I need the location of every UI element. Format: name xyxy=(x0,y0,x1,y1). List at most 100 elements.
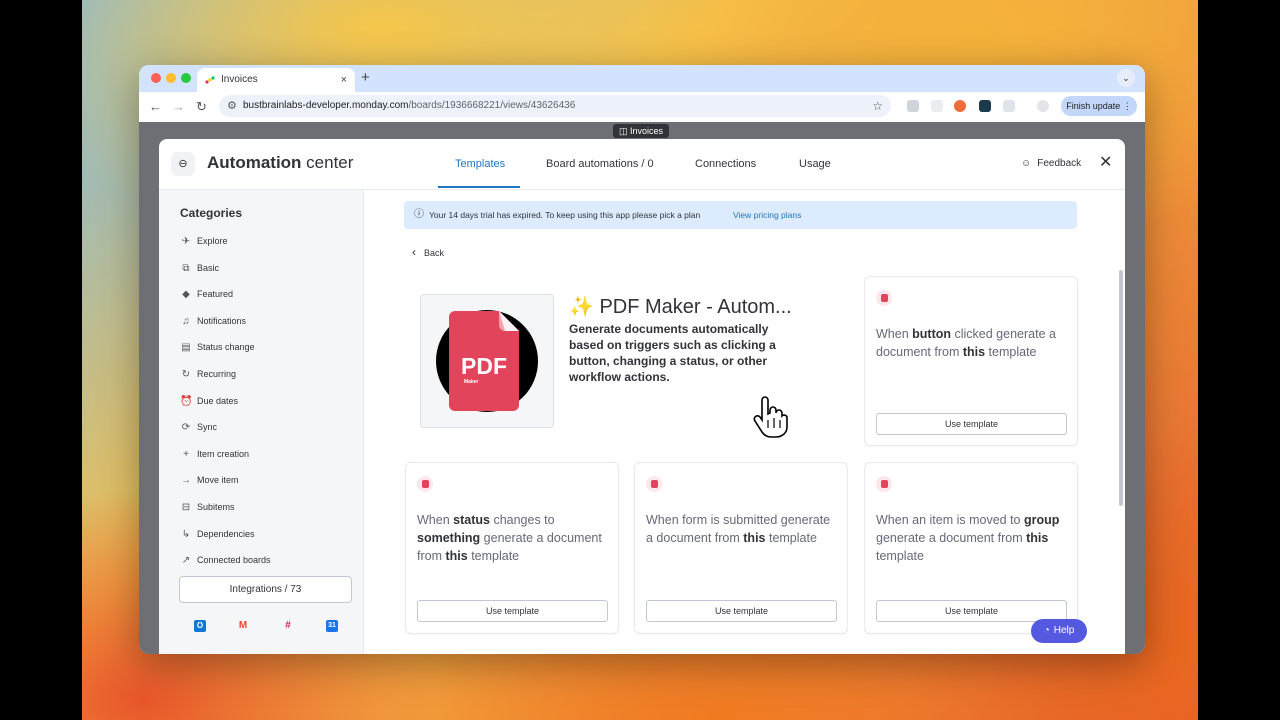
text-part: When xyxy=(417,513,454,527)
rocket-icon: ✈ xyxy=(181,236,191,247)
help-label: Help xyxy=(1053,625,1075,636)
sidebar-item-recurring[interactable]: ↻ Recurring xyxy=(180,367,236,382)
pdf-app-icon xyxy=(876,476,892,492)
feedback-button[interactable]: ☺ Feedback xyxy=(1021,156,1081,172)
sidebar-item-connected-boards[interactable]: ↗ Connected boards xyxy=(180,553,271,568)
integrations-button[interactable]: Integrations / 73 xyxy=(179,576,352,603)
google-calendar-icon[interactable]: 31 xyxy=(326,620,338,632)
zoom-window-button[interactable] xyxy=(181,73,191,83)
reload-icon[interactable]: ↻ xyxy=(196,98,207,116)
sidebar-item-sync[interactable]: ⟳ Sync xyxy=(180,420,217,435)
sidebar-item-label: Explore xyxy=(197,236,228,246)
sidebar-item-label: Recurring xyxy=(197,369,237,379)
sidebar-item-status-change[interactable]: ▤ Status change xyxy=(180,340,254,355)
text-part: changes to xyxy=(489,513,555,527)
orange-extension-icon[interactable] xyxy=(954,100,966,112)
tab-search-icon[interactable]: ⌄ xyxy=(1117,69,1135,87)
template-card[interactable]: When form is submitted generate a docume… xyxy=(634,462,848,634)
puzzle-extensions-icon[interactable] xyxy=(1003,100,1015,112)
modal-header: ⊖ Automation center Templates Board auto… xyxy=(159,139,1125,190)
content-scrollbar[interactable] xyxy=(1119,270,1123,506)
sidebar-item-explore[interactable]: ✈ Explore xyxy=(180,234,228,249)
finish-update-button[interactable]: Finish update ⋮ xyxy=(1061,96,1137,116)
sidebar-item-subitems[interactable]: ⊟ Subitems xyxy=(180,500,235,515)
sidebar-item-due-dates[interactable]: ⏰ Due dates xyxy=(180,394,238,409)
text-keyword: something xyxy=(417,531,481,545)
sidebar-item-featured[interactable]: ◆ Featured xyxy=(180,287,233,302)
template-card[interactable]: When status changes to something generat… xyxy=(405,462,619,634)
board-view-chip: ◫ Invoices xyxy=(613,124,670,138)
sidebar-item-item-creation[interactable]: + Item creation xyxy=(180,447,249,462)
app-title: ✨ PDF Maker - Autom... xyxy=(569,296,792,318)
minimize-window-button[interactable] xyxy=(166,73,176,83)
sidebar-item-label: Sync xyxy=(197,422,218,433)
plus-icon: + xyxy=(183,448,189,460)
sidebar-item-label: Basic xyxy=(197,262,220,273)
blocks-icon: ⧉ xyxy=(182,262,190,274)
site-settings-icon[interactable]: ⚙ xyxy=(227,95,237,117)
use-template-button[interactable]: Use template xyxy=(646,600,837,622)
template-description: When form is submitted generate a docume… xyxy=(646,511,838,547)
sidebar-item-basic[interactable]: ⧉ Basic xyxy=(180,261,219,276)
use-template-button[interactable]: Use template xyxy=(876,413,1067,435)
tab-board-automations[interactable]: Board automations / 0 xyxy=(546,156,654,172)
forward-arrow-icon[interactable]: → xyxy=(172,98,185,116)
sidebar-item-label: Move item xyxy=(197,475,239,486)
sidebar-item-notifications[interactable]: ♫ Notifications xyxy=(180,314,246,329)
gmail-icon[interactable]: M xyxy=(237,620,249,632)
feedback-icon: ☺ xyxy=(1021,158,1032,169)
back-button[interactable]: ‹ Back xyxy=(412,245,444,260)
template-card[interactable]: When button clicked generate a document … xyxy=(864,276,1078,446)
tab-bar: Invoices × + ⌄ xyxy=(139,65,1145,92)
browser-tab-invoices[interactable]: Invoices × xyxy=(197,68,355,92)
close-window-button[interactable] xyxy=(151,73,161,83)
sync-icon: ⟳ xyxy=(181,422,191,434)
template-description: When status changes to something generat… xyxy=(417,511,609,565)
url-text: bustbrainlabs-developer.monday.com/board… xyxy=(243,95,575,117)
url-host: bustbrainlabs-developer.monday.com xyxy=(243,100,409,111)
use-template-button[interactable]: Use template xyxy=(417,600,608,622)
modal-title-rest: center xyxy=(301,153,354,172)
tab-templates[interactable]: Templates xyxy=(455,156,505,172)
text-part: When xyxy=(876,327,913,341)
help-button[interactable]: ◔ Help xyxy=(1031,619,1087,643)
outlook-icon[interactable]: O xyxy=(194,620,206,632)
back-label: Back xyxy=(424,248,445,258)
arrow-right-icon: → xyxy=(181,475,191,487)
sidebar-item-label: Notifications xyxy=(197,315,247,326)
sidebar-item-dependencies[interactable]: ↳ Dependencies xyxy=(180,527,255,542)
text-keyword: group xyxy=(1023,513,1060,527)
close-modal-icon[interactable]: ✕ xyxy=(1099,153,1112,173)
pdf-app-icon xyxy=(646,476,662,492)
categories-sidebar: Categories ✈ Explore ⧉ Basic ◆ Featured ♫ Notif… xyxy=(159,190,364,654)
text-part: template xyxy=(765,531,817,545)
sidebar-item-label: Item creation xyxy=(197,448,250,459)
profile-avatar-icon[interactable] xyxy=(1037,100,1049,112)
new-tab-button[interactable]: + xyxy=(361,68,370,88)
recurring-icon: ↻ xyxy=(181,369,191,380)
tab-close-icon[interactable]: × xyxy=(341,68,347,92)
pen-extension-icon[interactable] xyxy=(931,100,943,112)
slack-icon[interactable]: # xyxy=(282,620,294,632)
template-description: When an item is moved to group generate … xyxy=(876,511,1068,565)
templates-content: ⓘ Your 14 days trial has expired. To kee… xyxy=(364,190,1125,654)
feedback-label: Feedback xyxy=(1037,158,1082,169)
bookmark-star-icon[interactable]: ☆ xyxy=(872,95,883,117)
camera-extension-icon[interactable] xyxy=(907,100,919,112)
sidebar-item-move-item[interactable]: → Move item xyxy=(180,473,239,488)
dependencies-icon: ↳ xyxy=(181,528,191,540)
trial-expired-banner: ⓘ Your 14 days trial has expired. To kee… xyxy=(404,201,1077,229)
pdf-logo-text: PDF xyxy=(461,353,507,379)
back-arrow-icon[interactable]: ← xyxy=(149,98,162,116)
tab-connections[interactable]: Connections xyxy=(695,156,756,172)
categories-title: Categories xyxy=(180,206,243,220)
tab-usage[interactable]: Usage xyxy=(799,156,831,172)
template-card[interactable]: When an item is moved to group generate … xyxy=(864,462,1078,634)
sidebar-item-label: Subitems xyxy=(197,502,235,512)
view-pricing-link[interactable]: View pricing plans xyxy=(733,201,801,229)
text-keyword: this xyxy=(445,549,468,563)
dark-extension-icon[interactable] xyxy=(979,100,991,112)
monday-favicon-icon xyxy=(205,76,215,84)
pdf-app-icon xyxy=(876,290,892,306)
address-bar[interactable]: ⚙ bustbrainlabs-developer.monday.com/boa… xyxy=(219,95,891,117)
